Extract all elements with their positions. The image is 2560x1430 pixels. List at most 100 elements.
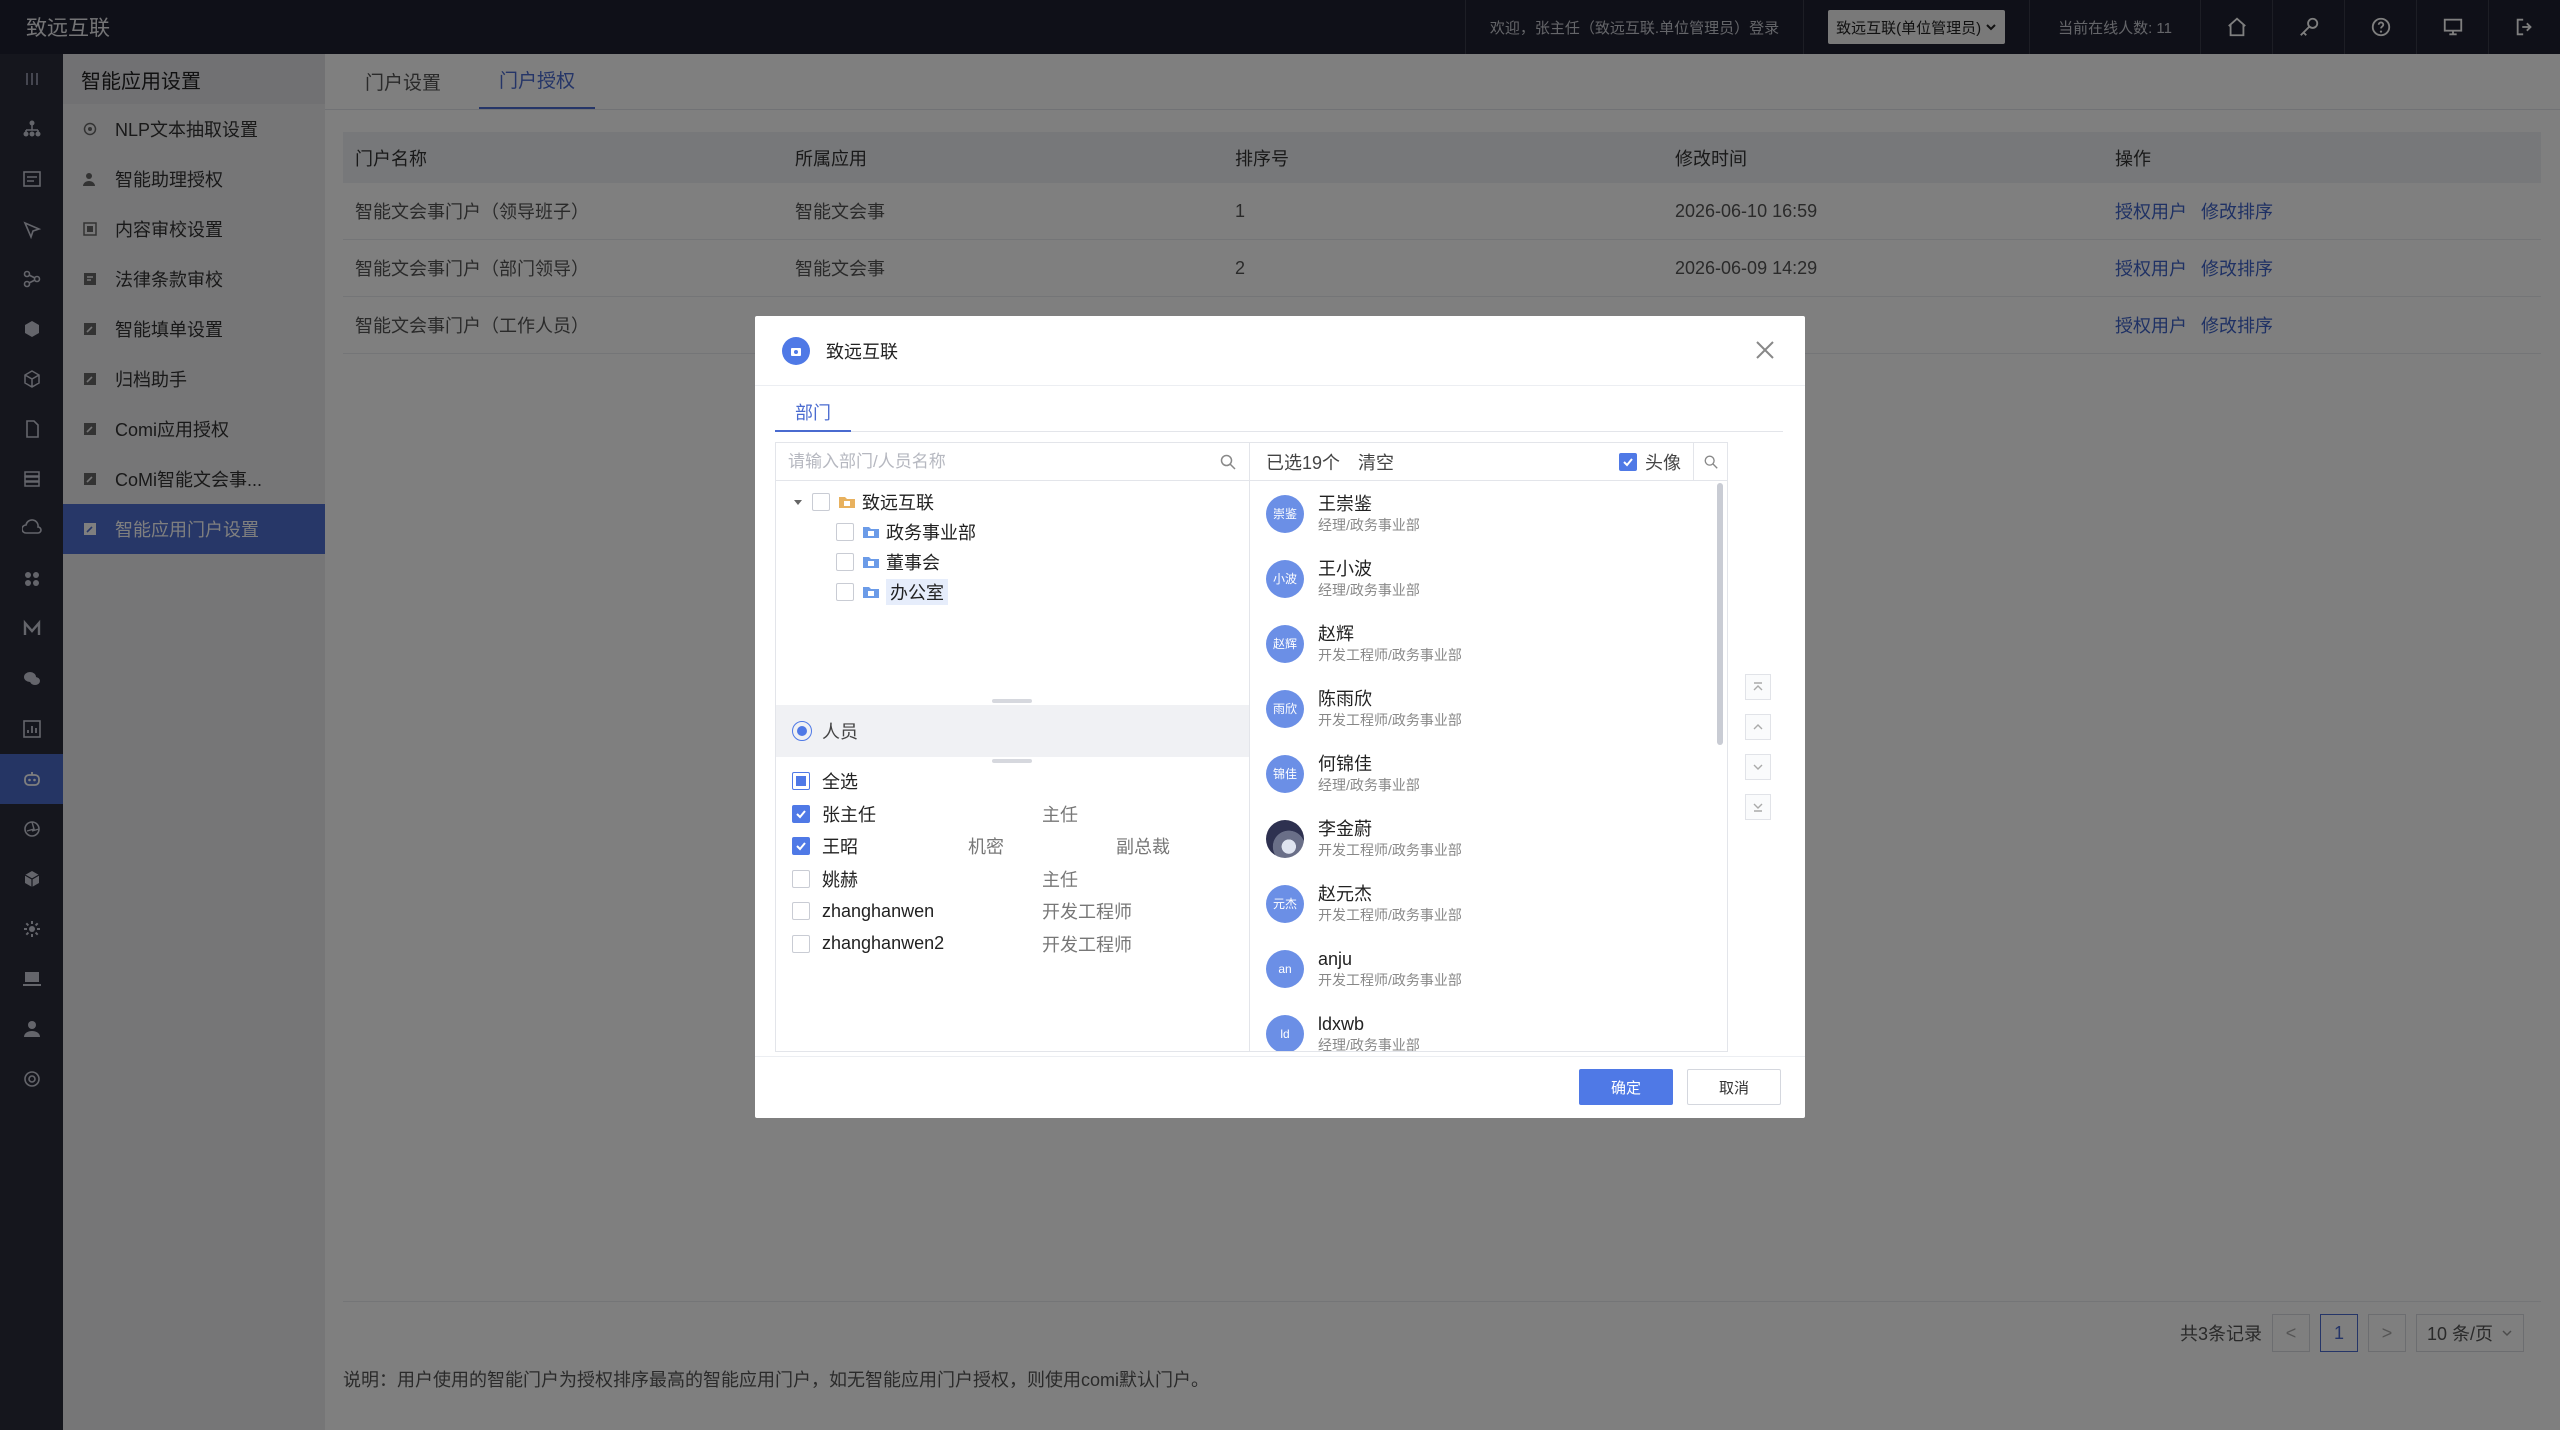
people-radio[interactable] [792,721,812,741]
chevron-down-icon [1753,764,1763,770]
tree-node-label: 办公室 [886,579,948,605]
checkbox[interactable] [836,553,854,571]
avatar: 雨欣 [1266,689,1304,728]
list-item[interactable]: 张主任 主任 [776,798,1249,831]
org-tree: 致远互联 政务事业部 董事会 办公室 [776,481,1249,607]
selected-dept: 开发工程师/政务事业部 [1318,906,1462,923]
select-all-label: 全选 [822,772,858,793]
selected-name: ldxwb [1318,1013,1365,1034]
checkbox[interactable] [812,493,830,511]
dialog-title: 致远互联 [826,341,898,362]
avatar-label: 头像 [1645,452,1681,473]
move-bottom-icon [1753,803,1763,812]
checkbox[interactable] [836,523,854,541]
move-down-button[interactable] [1745,754,1771,780]
selected-dept: 开发工程师/政务事业部 [1318,711,1462,728]
checkbox[interactable] [836,583,854,601]
folder-icon [863,527,879,538]
checkbox[interactable] [792,934,810,953]
people-list: 全选 张主任 主任 王昭 机密 副总裁 姚赫 主任 zhanghanwen 开发… [776,765,1249,960]
selected-pane: 已选19个 清空 头像 崇鉴 王崇鉴 经理/政务事业部 小波 王小波 经理/政务事业部 … [1250,442,1728,1052]
tab-department[interactable]: 部门 [775,394,851,432]
selected-item[interactable]: 锦佳 何锦佳 经理/政务事业部 [1250,741,1716,806]
selected-dept: 经理/政务事业部 [1318,776,1420,793]
person-position: 主任 [1042,869,1078,890]
person-name: 姚赫 [822,869,858,890]
people-label: 人员 [822,722,858,742]
dialog-tab-bar: 部门 [775,394,1783,432]
tree-node-dept[interactable]: 政务事业部 [776,517,1249,547]
selected-name: 王小波 [1318,558,1372,579]
selected-item[interactable]: 崇鉴 王崇鉴 经理/政务事业部 [1250,481,1716,546]
selected-item[interactable]: 元杰 赵元杰 开发工程师/政务事业部 [1250,871,1716,936]
selected-search-button[interactable] [1693,442,1727,481]
tree-node-root[interactable]: 致远互联 [776,487,1249,517]
list-item[interactable]: zhanghanwen2 开发工程师 [776,928,1249,961]
caret-down-icon[interactable] [792,496,804,508]
person-name: 王昭 [822,837,858,858]
check-icon [796,842,806,851]
select-all-checkbox[interactable] [792,772,810,791]
selected-dept: 开发工程师/政务事业部 [1318,971,1462,988]
search-icon[interactable] [1219,453,1237,471]
selected-name: anju [1318,948,1353,969]
selected-name: 李金蔚 [1318,818,1372,839]
move-bottom-button[interactable] [1745,794,1771,820]
tree-node-dept[interactable]: 董事会 [776,547,1249,577]
scrollbar[interactable] [1717,483,1723,745]
move-up-button[interactable] [1745,714,1771,740]
resize-handle[interactable] [992,759,1032,763]
selected-item[interactable]: 小波 王小波 经理/政务事业部 [1250,546,1716,611]
check-icon [1623,457,1633,466]
selected-header: 已选19个 清空 头像 [1250,442,1727,481]
selected-item[interactable]: 雨欣 陈雨欣 开发工程师/政务事业部 [1250,676,1716,741]
order-buttons [1745,674,1771,834]
selected-dept: 开发工程师/政务事业部 [1318,646,1462,663]
person-position: 开发工程师 [1042,934,1132,955]
confirm-button[interactable]: 确定 [1579,1069,1673,1105]
cancel-button[interactable]: 取消 [1687,1069,1781,1105]
checkbox[interactable] [1619,452,1637,471]
resize-handle[interactable] [992,699,1032,703]
people-section-header: 人员 [776,705,1249,757]
checkbox[interactable] [792,902,810,921]
list-item[interactable]: 王昭 机密 副总裁 [776,830,1249,863]
select-all-row[interactable]: 全选 [776,765,1249,798]
tree-node-label: 政务事业部 [886,523,976,543]
avatar: an [1266,949,1304,988]
checkbox[interactable] [792,837,810,856]
close-icon[interactable] [1753,338,1777,362]
selected-name: 赵元杰 [1318,883,1372,904]
selected-item[interactable]: 李金蔚开发工程师/政务事业部 [1250,806,1716,871]
person-secret: 机密 [968,837,1004,858]
selected-dept: 开发工程师/政务事业部 [1318,841,1462,858]
move-top-icon [1753,682,1763,691]
selected-dept: 经理/政务事业部 [1318,581,1420,598]
avatar: 崇鉴 [1266,494,1304,533]
selected-item[interactable]: 赵辉 赵辉 开发工程师/政务事业部 [1250,611,1716,676]
folder-icon [863,557,879,568]
move-top-button[interactable] [1745,674,1771,700]
person-position: 副总裁 [1116,837,1170,858]
show-avatar-toggle[interactable]: 头像 [1619,449,1681,475]
checkbox[interactable] [792,804,810,823]
selected-dept: 经理/政务事业部 [1318,1036,1420,1052]
list-item[interactable]: zhanghanwen 开发工程师 [776,895,1249,928]
list-item[interactable]: 姚赫 主任 [776,863,1249,896]
person-name: 张主任 [822,804,876,825]
checkbox[interactable] [792,869,810,888]
tree-node-label: 致远互联 [862,493,934,513]
clear-button[interactable]: 清空 [1358,449,1394,475]
search-icon [1704,455,1718,469]
avatar: ld [1266,1014,1304,1051]
check-icon [796,810,806,819]
org-tree-pane: 致远互联 政务事业部 董事会 办公室 人员 [775,442,1250,1052]
selected-item[interactable]: ld ldxwb 经理/政务事业部 [1250,1001,1716,1051]
selected-name: 王崇鉴 [1318,493,1372,514]
chevron-up-icon [1753,724,1763,730]
tree-node-dept[interactable]: 办公室 [776,577,1249,607]
person-name: zhanghanwen2 [822,933,945,954]
folder-icon [839,497,855,508]
selected-item[interactable]: an anju 开发工程师/政务事业部 [1250,936,1716,1001]
search-input[interactable] [788,451,1219,472]
